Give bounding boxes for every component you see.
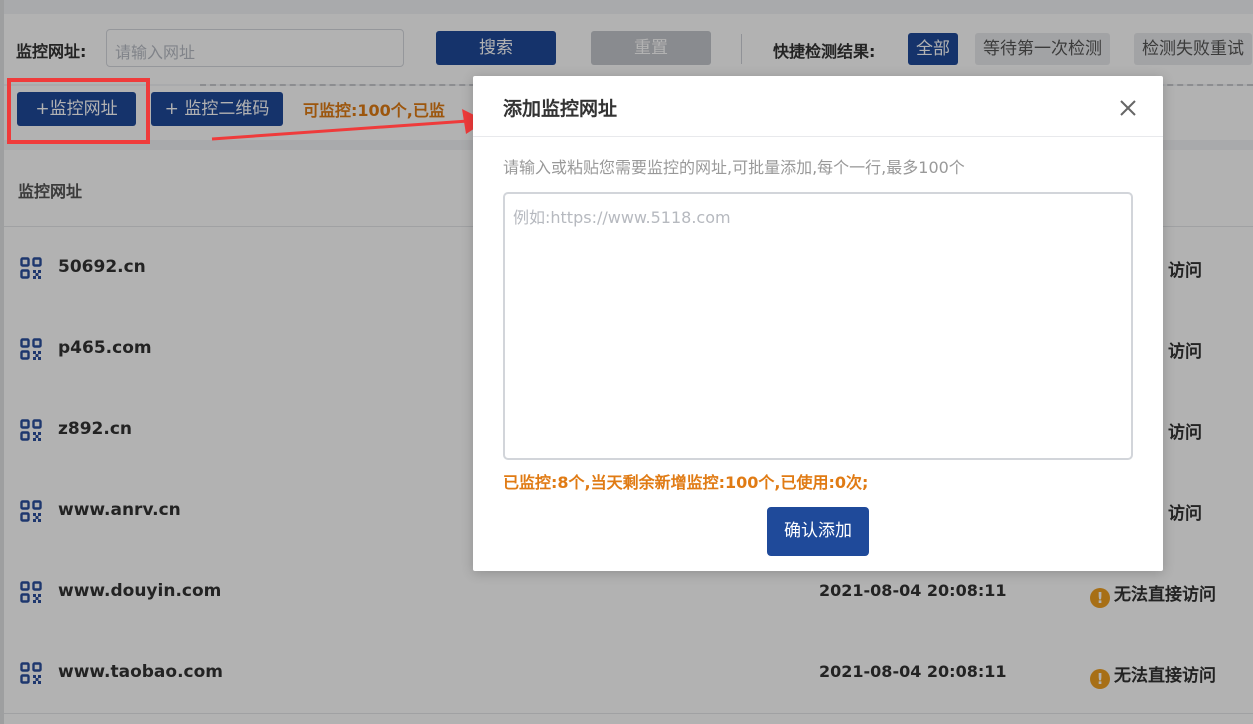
dialog-hint: 请输入或粘贴您需要监控的网址,可批量添加,每个一行,最多100个 (503, 158, 965, 177)
dialog-title: 添加监控网址 (503, 98, 618, 120)
close-icon[interactable] (1116, 96, 1140, 120)
dialog-header: 添加监控网址 (473, 76, 1163, 137)
add-monitor-url-dialog: 添加监控网址 请输入或粘贴您需要监控的网址,可批量添加,每个一行,最多100个 … (473, 76, 1163, 571)
url-batch-textarea[interactable]: 例如:https://www.5118.com (503, 192, 1133, 460)
textarea-placeholder: 例如:https://www.5118.com (513, 208, 731, 227)
confirm-add-button[interactable]: 确认添加 (767, 507, 869, 556)
dialog-stats: 已监控:8个,当天剩余新增监控:100个,已使用:0次; (503, 473, 869, 492)
